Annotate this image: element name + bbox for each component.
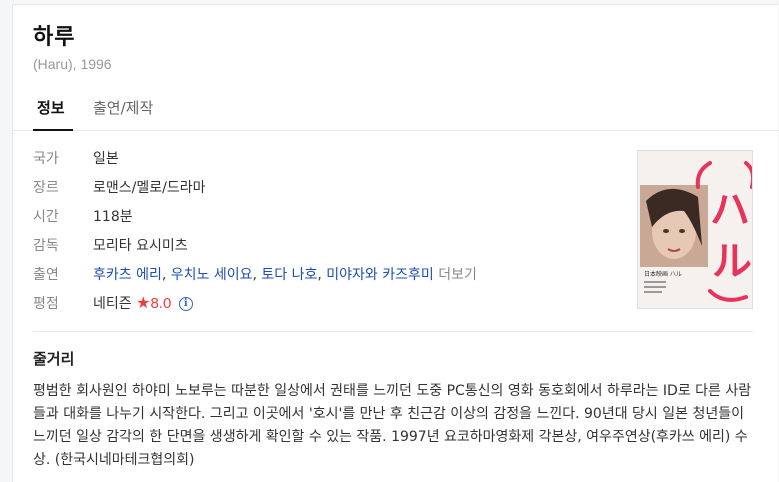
genre-value: 로맨스/멜로/드라마: [93, 180, 206, 196]
movie-info-card: 하루 (Haru), 1996 정보 출연/제작 국가 일본 장르 로맨스/멜로…: [12, 4, 779, 482]
active-tab-indicator: [33, 129, 73, 131]
runtime-value: 118분: [93, 209, 133, 225]
info-icon[interactable]: i: [178, 297, 193, 311]
genre-label: 장르: [33, 180, 59, 196]
cast-link-4[interactable]: 미야자와 카즈후미: [326, 267, 434, 283]
tab-cast-production[interactable]: 출연/제작: [93, 97, 153, 118]
cast-label: 출연: [33, 267, 59, 283]
cast-more-link[interactable]: 더보기: [438, 267, 477, 283]
runtime-row: 시간 118분: [33, 203, 593, 227]
plot-text: 평범한 회사원인 하야미 노보루는 따분한 일상에서 권태를 느끼던 도중 PC…: [33, 383, 752, 468]
tab-info[interactable]: 정보: [37, 97, 65, 118]
movie-subtitle: (Haru), 1996: [33, 56, 112, 72]
cast-row: 출연 후카츠 에리, 우치노 세이요, 토다 나호, 미야자와 카즈후미 더보기: [33, 261, 593, 285]
section-divider: [33, 331, 753, 332]
tab-bar: 정보 출연/제작: [13, 91, 779, 131]
poster-katakana-1: ハ: [710, 187, 750, 233]
cast-link-3[interactable]: 토다 나호: [261, 267, 317, 283]
director-row: 감독 모리타 요시미츠: [33, 232, 593, 256]
country-row: 국가 일본: [33, 145, 593, 169]
runtime-label: 시간: [33, 209, 59, 225]
rating-source: 네티즌: [93, 296, 132, 312]
rating-label: 평점: [33, 296, 59, 312]
director-link[interactable]: 모리타 요시미츠: [93, 235, 188, 255]
genre-row: 장르 로맨스/멜로/드라마: [33, 174, 593, 198]
country-label: 국가: [33, 151, 59, 167]
director-label: 감독: [33, 238, 59, 254]
rating-value-group: 네티즌 ★8.0 i: [93, 293, 193, 313]
cast-value: 후카츠 에리, 우치노 세이요, 토다 나호, 미야자와 카즈후미 더보기: [93, 267, 477, 283]
cast-link-2[interactable]: 우치노 세이요: [171, 267, 253, 283]
movie-poster[interactable]: 日本映画 ハル ハ ル: [637, 150, 753, 309]
poster-katakana-2: ル: [712, 239, 752, 285]
movie-title: 하루: [33, 25, 76, 50]
poster-side-text: 日本映画 ハル: [644, 270, 682, 278]
cast-link-1[interactable]: 후카츠 에리: [93, 267, 162, 283]
rating-row: 평점 네티즌 ★8.0 i: [33, 290, 593, 314]
plot-title: 줄거리: [33, 350, 75, 368]
country-value: 일본: [93, 151, 119, 167]
star-icon: ★: [136, 293, 151, 312]
rating-score: 8.0: [150, 295, 172, 312]
poster-image: 日本映画 ハル ハ ル: [638, 151, 752, 308]
